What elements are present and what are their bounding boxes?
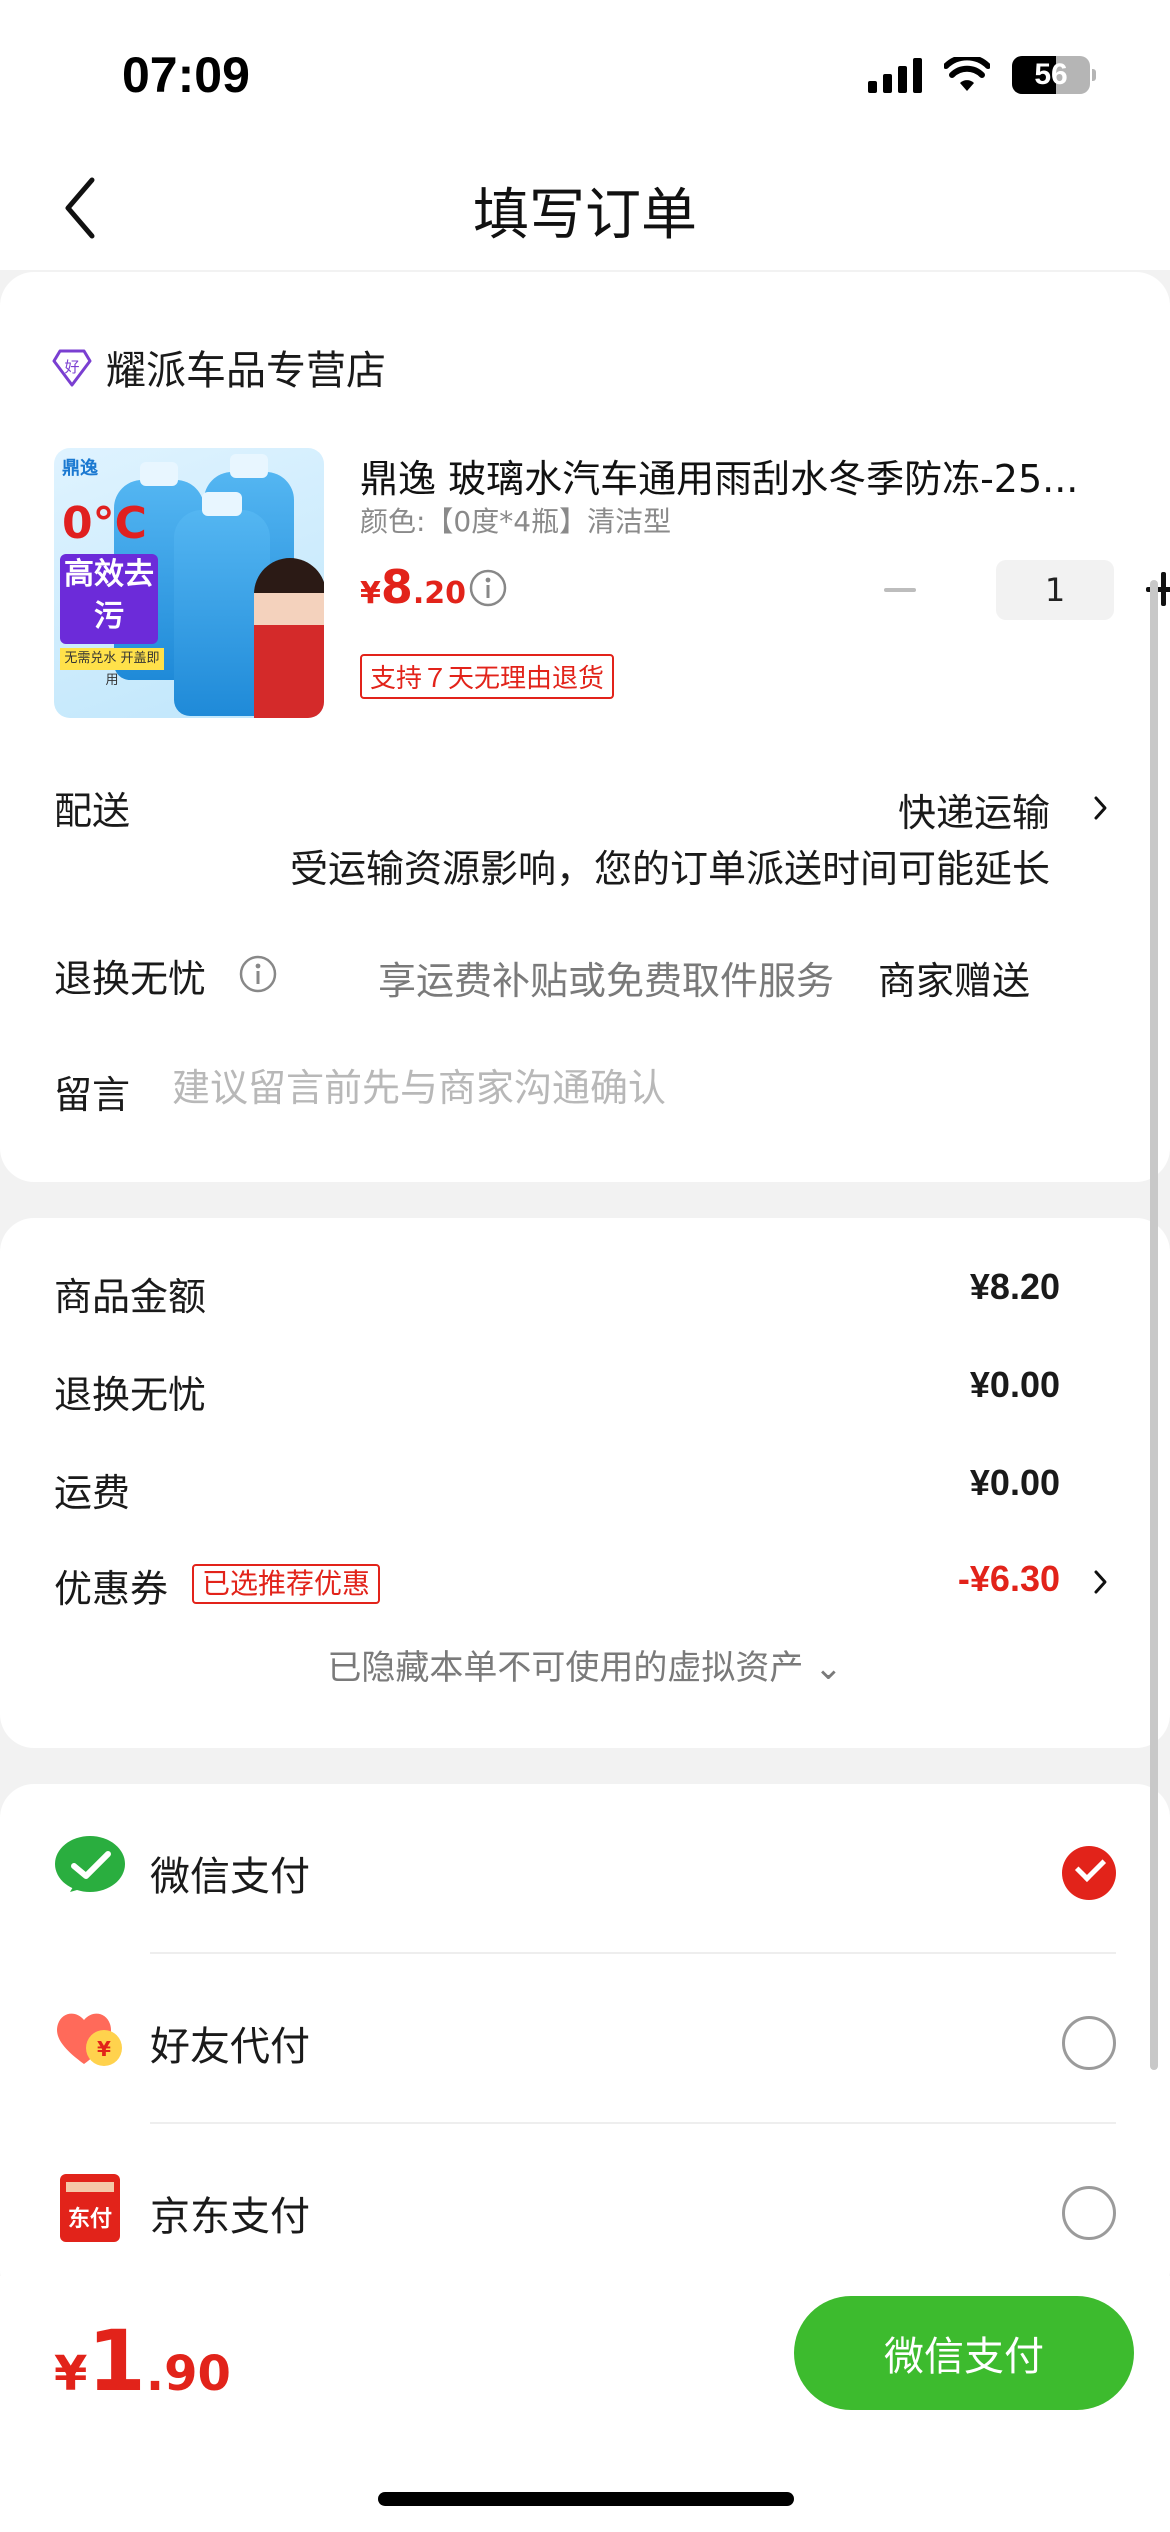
order-item-card: 好 耀派车品专营店 鼎逸 0°C 高效去污 无需兑水 开盖即用 鼎逸 玻璃水汽车… bbox=[0, 272, 1170, 1182]
price-symbol: ¥ bbox=[360, 576, 381, 611]
delivery-label: 配送 bbox=[54, 789, 131, 833]
summary-label: 商品金额 bbox=[54, 1275, 207, 1319]
svg-text:¥: ¥ bbox=[97, 2037, 111, 2061]
shop-badge-glyph: 好 bbox=[64, 358, 79, 376]
status-time: 07:09 bbox=[122, 47, 250, 103]
total-price: ¥ 1 .90 bbox=[54, 2312, 231, 2410]
coupon-value: -¥6.30 bbox=[957, 1558, 1060, 1599]
payment-label: 好友代付 bbox=[150, 2024, 310, 2070]
decrease-quantity-button[interactable] bbox=[872, 560, 932, 620]
payment-option-wechat[interactable]: 微信支付 bbox=[0, 1784, 1170, 1954]
shop-badge-icon: 好 bbox=[52, 349, 92, 387]
product-strip: 无需兑水 开盖即用 bbox=[60, 648, 164, 688]
return-policy-tag: 支持７天无理由退货 bbox=[360, 654, 615, 699]
wifi-icon bbox=[944, 57, 990, 91]
payment-radio[interactable] bbox=[1062, 2186, 1116, 2240]
coupon-chevron-icon[interactable] bbox=[1090, 1562, 1112, 1602]
coupon-label: 优惠券 bbox=[54, 1567, 169, 1611]
home-indicator[interactable] bbox=[378, 2492, 794, 2506]
summary-value: ¥8.20 bbox=[969, 1266, 1060, 1307]
product-brand-label: 鼎逸 bbox=[62, 458, 98, 479]
product-price: ¥ 8 .20 bbox=[360, 560, 466, 614]
payment-label: 京东支付 bbox=[150, 2194, 310, 2240]
product-title[interactable]: 鼎逸 玻璃水汽车通用雨刮水冬季防冻-25... bbox=[360, 448, 1120, 503]
product-spec[interactable]: 颜色:【0度*4瓶】清洁型 bbox=[360, 500, 671, 540]
status-icons: 56 bbox=[868, 56, 1096, 94]
summary-row-goods: 商品金额 ¥8.20 bbox=[54, 1266, 1060, 1326]
summary-label: 运费 bbox=[54, 1471, 131, 1515]
quantity-stepper: 1 bbox=[872, 560, 1170, 620]
product-model-figure bbox=[254, 558, 324, 718]
scrollbar[interactable] bbox=[1150, 580, 1158, 2070]
payment-radio[interactable] bbox=[1062, 2016, 1116, 2070]
submit-payment-button[interactable]: 微信支付 bbox=[794, 2296, 1134, 2410]
worry-free-value: 商家赠送 bbox=[878, 959, 1031, 1003]
worry-free-label: 退换无忧 bbox=[54, 957, 207, 1001]
coupon-tag: 已选推荐优惠 bbox=[192, 1564, 381, 1604]
payment-label: 微信支付 bbox=[150, 1854, 310, 1900]
wechat-pay-icon bbox=[55, 1836, 125, 1892]
total-decimal: .90 bbox=[145, 2346, 231, 2402]
battery-level: 56 bbox=[1034, 58, 1068, 91]
payment-option-friend[interactable]: ¥ 好友代付 bbox=[0, 1954, 1170, 2124]
payment-radio-selected[interactable] bbox=[1062, 1846, 1116, 1900]
summary-value: ¥0.00 bbox=[969, 1462, 1060, 1503]
product-image[interactable]: 鼎逸 0°C 高效去污 无需兑水 开盖即用 bbox=[54, 448, 324, 718]
page-title: 填写订单 bbox=[473, 183, 697, 248]
status-bar: 07:09 56 bbox=[0, 0, 1170, 150]
worry-free-info-icon[interactable] bbox=[238, 954, 278, 994]
payment-methods-card: 微信支付 ¥ 好友代付 东付 京东支付 bbox=[0, 1784, 1170, 2304]
message-input[interactable] bbox=[172, 1060, 1072, 1116]
product-badge: 高效去污 bbox=[60, 554, 158, 644]
delivery-delay-note: 受运输资源影响，您的订单派送时间可能延长 bbox=[289, 847, 1050, 891]
shop-name: 耀派车品专营店 bbox=[106, 348, 386, 394]
total-symbol: ¥ bbox=[54, 2346, 88, 2402]
product-temp-label: 0°C bbox=[62, 498, 147, 549]
payment-option-jd[interactable]: 东付 京东支付 bbox=[0, 2124, 1170, 2294]
friend-pay-icon: ¥ bbox=[57, 2013, 122, 2066]
message-label: 留言 bbox=[54, 1073, 131, 1117]
summary-row-shipping: 运费 ¥0.00 bbox=[54, 1462, 1060, 1522]
price-decimal: .20 bbox=[412, 576, 467, 611]
summary-label: 退换无忧 bbox=[54, 1373, 207, 1417]
quantity-value[interactable]: 1 bbox=[996, 560, 1114, 620]
battery-icon: 56 bbox=[1012, 56, 1096, 94]
cellular-signal-icon bbox=[868, 57, 922, 93]
delivery-chevron-icon[interactable] bbox=[1090, 788, 1112, 828]
summary-row-worry-free: 退换无忧 ¥0.00 bbox=[54, 1364, 1060, 1424]
summary-value: ¥0.00 bbox=[969, 1364, 1060, 1405]
jd-pay-icon: 东付 bbox=[60, 2174, 120, 2242]
price-info-icon[interactable] bbox=[468, 568, 508, 608]
jd-pay-icon-text: 东付 bbox=[68, 2206, 112, 2232]
summary-row-coupon[interactable]: 优惠券 已选推荐优惠 -¥6.30 bbox=[54, 1558, 1060, 1618]
price-integer: 8 bbox=[380, 560, 413, 614]
price-summary-card: 商品金额 ¥8.20 退换无忧 ¥0.00 运费 ¥0.00 优惠券 已选推荐优… bbox=[0, 1218, 1170, 1748]
shop-row[interactable]: 好 耀派车品专营店 bbox=[52, 338, 386, 396]
delivery-method[interactable]: 快递运输 bbox=[898, 782, 1050, 837]
hidden-assets-toggle[interactable]: 已隐藏本单不可使用的虚拟资产 ⌄ bbox=[0, 1640, 1170, 1689]
nav-bar: 填写订单 bbox=[0, 150, 1170, 270]
worry-free-note: 享运费补贴或免费取件服务 bbox=[378, 959, 835, 1003]
total-integer: 1 bbox=[87, 2312, 146, 2410]
